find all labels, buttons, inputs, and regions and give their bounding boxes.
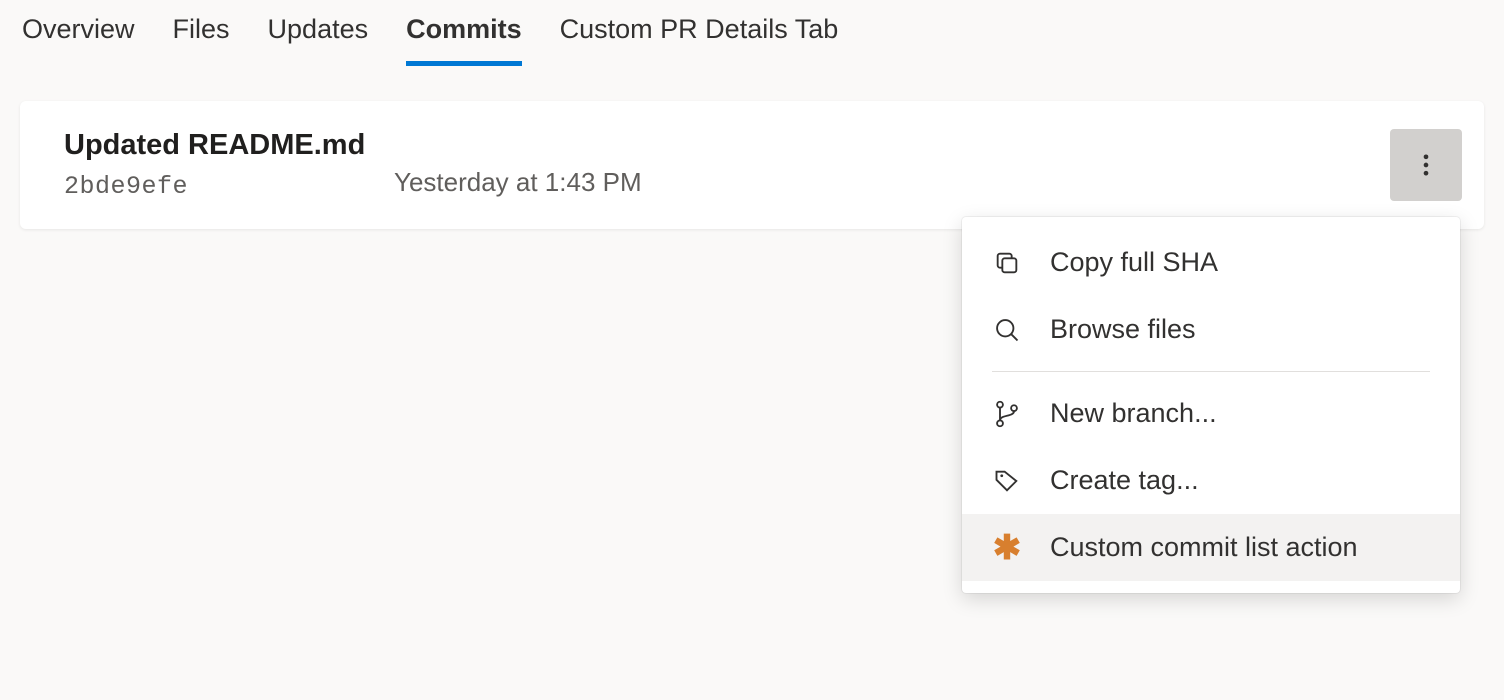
commit-sha: 2bde9efe (64, 172, 394, 201)
menu-item-label: Browse files (1050, 314, 1196, 345)
commit-title: Updated README.md (64, 129, 394, 162)
menu-item-label: New branch... (1050, 398, 1217, 429)
menu-divider (992, 371, 1430, 372)
menu-custom-commit-action[interactable]: ✱ Custom commit list action (962, 514, 1460, 581)
more-vertical-icon (1412, 151, 1440, 179)
menu-browse-files[interactable]: Browse files (962, 296, 1460, 363)
tab-overview[interactable]: Overview (22, 14, 135, 66)
menu-item-label: Create tag... (1050, 465, 1199, 496)
copy-icon (992, 248, 1022, 278)
tab-custom-pr-details[interactable]: Custom PR Details Tab (560, 14, 839, 66)
tab-commits[interactable]: Commits (406, 14, 522, 66)
commit-info: Updated README.md 2bde9efe (64, 129, 394, 201)
commit-time-wrap: Yesterday at 1:43 PM (394, 130, 642, 200)
branch-icon (992, 399, 1022, 429)
menu-item-label: Custom commit list action (1050, 532, 1358, 563)
commit-actions-menu: Copy full SHA Browse files New branch... (962, 217, 1460, 593)
more-actions-button[interactable] (1390, 129, 1462, 201)
tab-updates[interactable]: Updates (268, 14, 369, 66)
search-icon (992, 315, 1022, 345)
menu-create-tag[interactable]: Create tag... (962, 447, 1460, 514)
menu-copy-full-sha[interactable]: Copy full SHA (962, 229, 1460, 296)
menu-new-branch[interactable]: New branch... (962, 380, 1460, 447)
pr-tabs: Overview Files Updates Commits Custom PR… (0, 0, 1504, 66)
tag-icon (992, 466, 1022, 496)
menu-item-label: Copy full SHA (1050, 247, 1218, 278)
asterisk-icon: ✱ (992, 533, 1022, 563)
tab-files[interactable]: Files (173, 14, 230, 66)
commit-timestamp: Yesterday at 1:43 PM (394, 167, 642, 198)
commit-list-item: Updated README.md 2bde9efe Yesterday at … (20, 101, 1484, 229)
